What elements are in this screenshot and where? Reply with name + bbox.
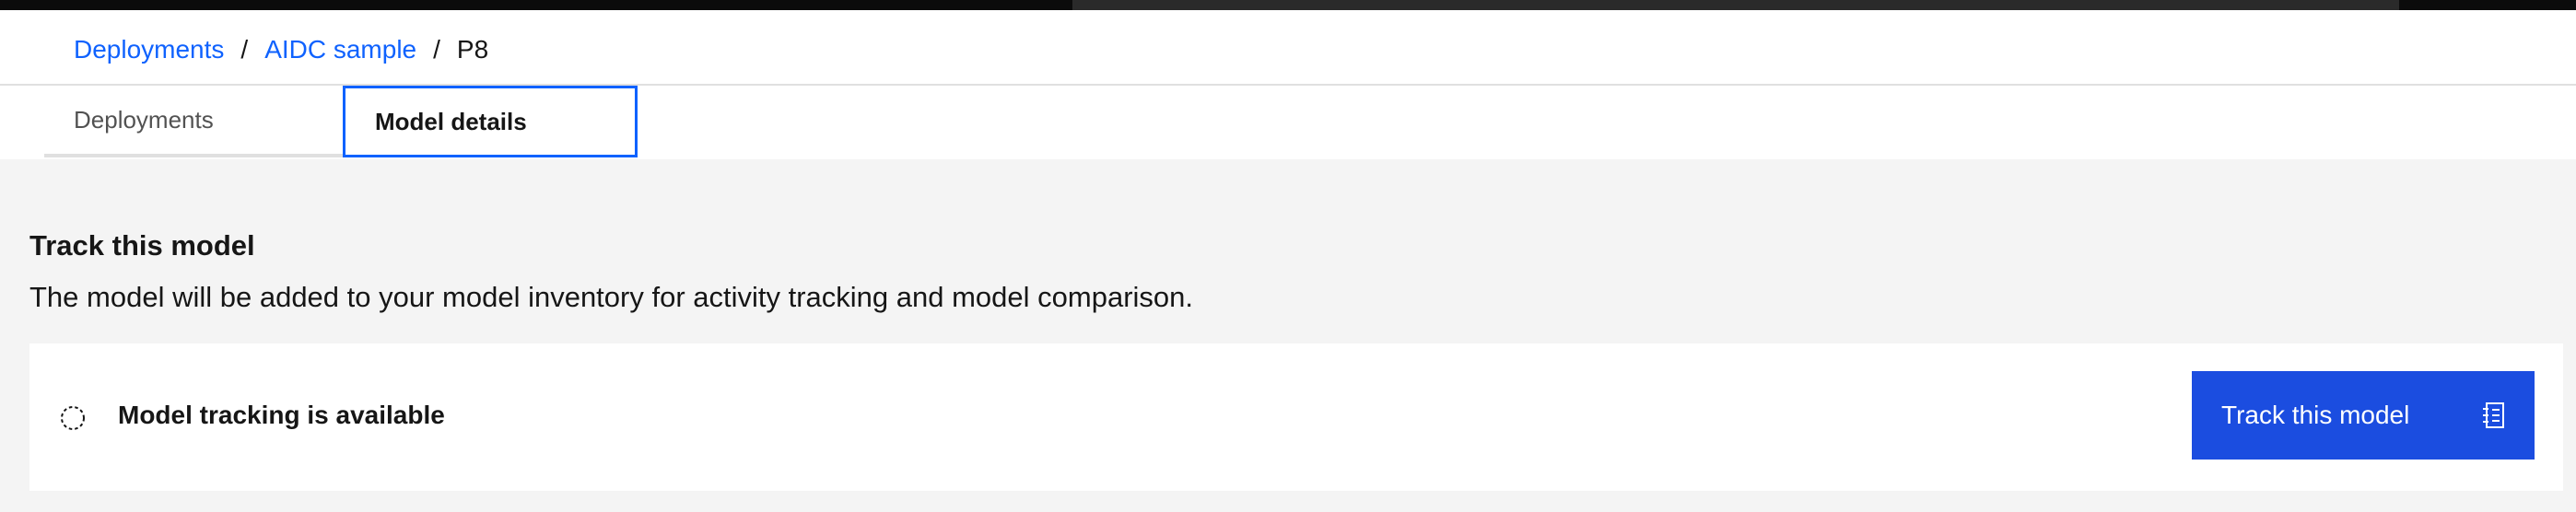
tab-deployments[interactable]: Deployments: [44, 86, 343, 157]
section-description: The model will be added to your model in…: [29, 281, 1194, 313]
breadcrumb-separator: /: [240, 35, 249, 64]
tab-list: Deployments Model details: [44, 86, 638, 157]
notebook-icon: [2483, 402, 2504, 428]
window-top-bar: [0, 0, 2576, 10]
tab-label: Deployments: [74, 105, 214, 134]
breadcrumb-deployments-link[interactable]: Deployments: [74, 35, 224, 64]
breadcrumb-current: P8: [456, 35, 489, 64]
window-top-bar-segment: [1072, 0, 2399, 10]
section-title: Track this model: [29, 229, 255, 262]
tracking-status-tile: Model tracking is available Track this m…: [29, 343, 2563, 491]
dashed-circle-icon: [61, 406, 85, 430]
tab-label: Model details: [375, 107, 527, 135]
track-this-model-button[interactable]: Track this model: [2192, 371, 2535, 460]
tab-model-details[interactable]: Model details: [343, 86, 638, 157]
track-button-label: Track this model: [2221, 401, 2410, 429]
breadcrumb-aidc-sample-link[interactable]: AIDC sample: [264, 35, 416, 64]
breadcrumb: Deployments / AIDC sample / P8: [74, 31, 488, 68]
model-details-panel: Track this model The model will be added…: [0, 159, 2576, 512]
tracking-status-text: Model tracking is available: [118, 401, 445, 429]
breadcrumb-separator: /: [433, 35, 440, 64]
